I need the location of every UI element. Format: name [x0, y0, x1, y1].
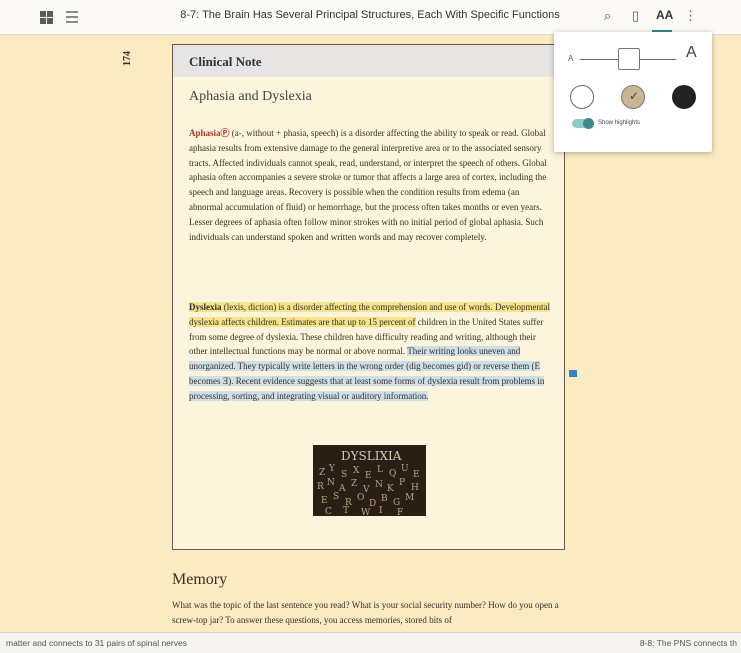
bookmark-icon[interactable]: ▯: [632, 8, 639, 24]
svg-text:Z: Z: [351, 479, 357, 489]
aphasia-paragraph[interactable]: AphasiaⓅ (a-, without + phasia, speech) …: [189, 126, 551, 244]
memory-paragraph[interactable]: What was the topic of the last sentence …: [172, 598, 567, 628]
svg-text:A: A: [338, 484, 346, 494]
svg-text:N: N: [327, 478, 335, 488]
table-of-contents-icon[interactable]: [66, 11, 78, 24]
dyslexia-paragraph[interactable]: Dyslexia (lexis, diction) is a disorder …: [189, 300, 551, 404]
bottom-navigation-bar: matter and connects to 31 pairs of spina…: [0, 632, 741, 653]
check-icon: ✓: [629, 89, 640, 103]
font-settings-button[interactable]: AA: [656, 8, 673, 22]
svg-text:S: S: [341, 470, 347, 480]
pronunciation-icon[interactable]: Ⓟ: [221, 128, 230, 138]
decrease-font-label: A: [568, 54, 574, 63]
clinical-note-label: Clinical Note: [189, 54, 262, 69]
font-size-slider-thumb[interactable]: [618, 48, 640, 70]
more-options-icon[interactable]: ⋮: [684, 8, 697, 24]
sepia-theme-button[interactable]: ✓: [621, 85, 645, 109]
dyslexia-term[interactable]: Dyslexia: [189, 302, 222, 312]
svg-text:I: I: [379, 506, 383, 516]
svg-text:E: E: [365, 471, 372, 481]
svg-text:H: H: [411, 483, 419, 493]
svg-text:B: B: [381, 494, 388, 504]
svg-text:F: F: [397, 508, 403, 516]
svg-text:O: O: [357, 493, 364, 503]
svg-text:R: R: [317, 482, 324, 492]
svg-text:T: T: [343, 506, 349, 516]
font-settings-popover: A A ✓ Show highlights: [554, 32, 712, 152]
show-highlights-toggle[interactable]: [572, 118, 594, 129]
svg-text:N: N: [375, 480, 383, 490]
increase-font-label: A: [686, 44, 697, 61]
svg-text:E: E: [413, 470, 420, 480]
black-theme-button[interactable]: [672, 85, 696, 109]
search-icon[interactable]: ⌕: [604, 8, 611, 24]
previous-section-link[interactable]: matter and connects to 31 pairs of spina…: [6, 638, 187, 648]
clinical-note-title: Aphasia and Dyslexia: [189, 89, 312, 104]
svg-text:Z: Z: [319, 468, 325, 478]
aphasia-text: (a-, without + phasia, speech) is a diso…: [189, 128, 547, 242]
page-number: 174: [122, 51, 133, 66]
show-highlights-label: Show highlights: [598, 120, 641, 126]
clinical-note-header: Clinical Note: [173, 45, 564, 77]
toggle-knob: [583, 118, 594, 129]
svg-text:Y: Y: [328, 464, 336, 474]
section-title: 8-7: The Brain Has Several Principal Str…: [180, 9, 560, 21]
aphasia-term[interactable]: Aphasia: [189, 128, 221, 138]
svg-text:K: K: [387, 484, 394, 494]
svg-text:G: G: [393, 498, 400, 508]
grid-view-icon[interactable]: [40, 11, 53, 24]
svg-text:C: C: [325, 507, 332, 516]
clinical-note-box: Clinical Note Aphasia and Dyslexia Aphas…: [172, 44, 565, 550]
svg-text:Q: Q: [389, 469, 396, 479]
svg-text:U: U: [401, 464, 409, 474]
white-theme-button[interactable]: [570, 85, 594, 109]
svg-text:X: X: [353, 466, 360, 476]
dyslexia-image: DYSLIXIA ZYSXELQUE RNAZVNKPH ESRODBGM CT…: [313, 445, 426, 516]
scattered-letters-graphic: Z YS X EL Q UE R NA ZV N KP H E SR OD B G M CTWIF: [317, 464, 420, 516]
note-marker-icon[interactable]: [569, 370, 577, 377]
svg-text:L: L: [377, 465, 383, 475]
svg-text:P: P: [399, 478, 405, 488]
svg-text:W: W: [361, 508, 371, 516]
next-section-link[interactable]: 8-8: The PNS connects th: [640, 638, 737, 648]
top-toolbar: 8-7: The Brain Has Several Principal Str…: [0, 0, 741, 35]
svg-text:S: S: [333, 492, 339, 502]
svg-text:M: M: [405, 493, 414, 503]
svg-text:E: E: [321, 496, 328, 506]
memory-heading: Memory: [172, 571, 228, 588]
